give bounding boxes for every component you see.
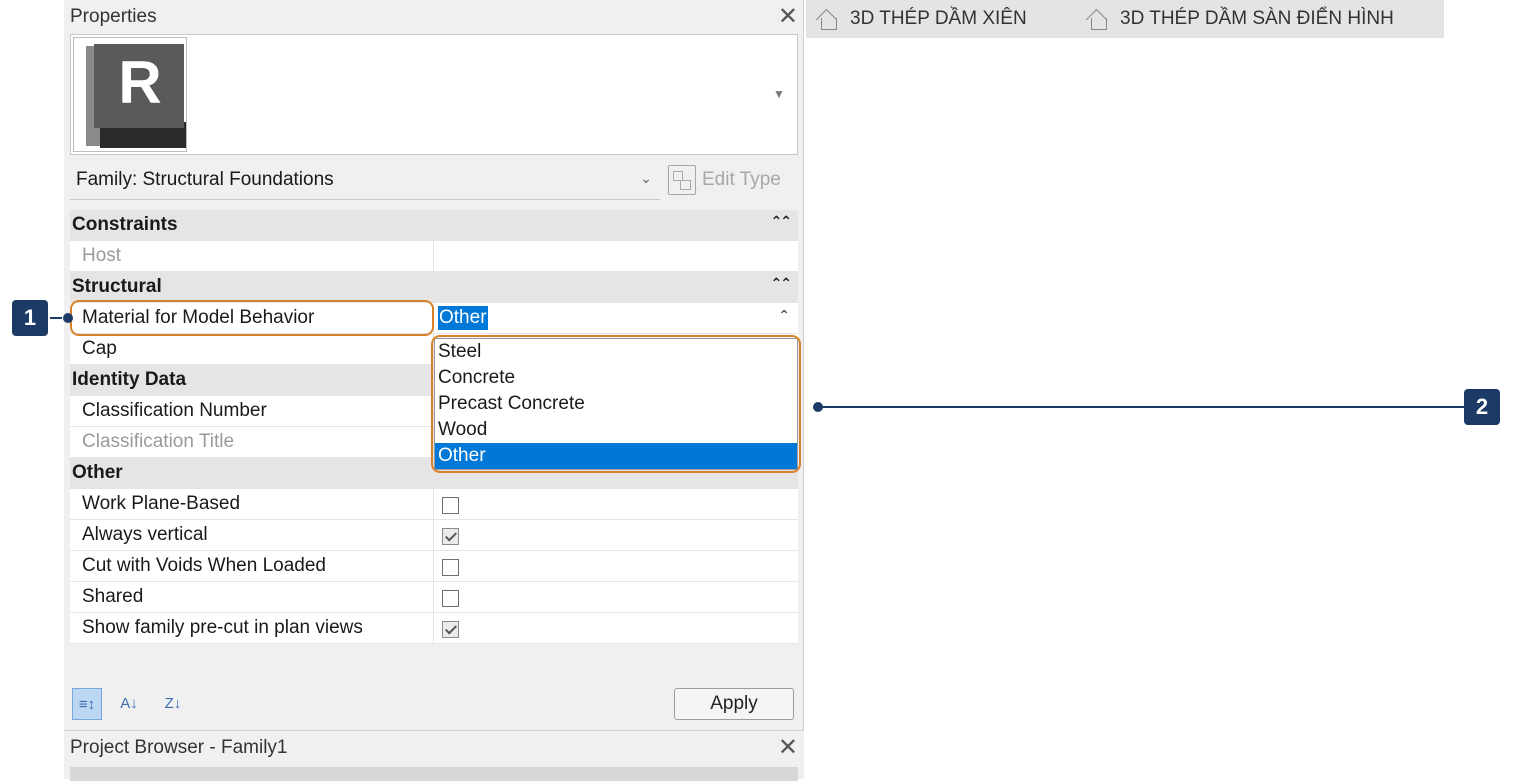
tab-label: 3D THÉP DẦM SÀN ĐIỂN HÌNH xyxy=(1120,8,1394,29)
3d-view-icon xyxy=(816,8,840,30)
row-label: Always vertical xyxy=(70,520,434,550)
edit-type-label: Edit Type xyxy=(702,169,781,190)
family-label: Family: Structural Foundations xyxy=(76,168,334,190)
sort-ascending-icon[interactable]: A↓ xyxy=(114,688,144,720)
work-plane-checkbox[interactable] xyxy=(442,497,459,514)
callout-connector-2 xyxy=(820,406,1464,408)
row-label: Work Plane-Based xyxy=(70,489,434,519)
chevron-down-icon[interactable]: ▼ xyxy=(773,87,785,101)
shared-checkbox[interactable] xyxy=(442,590,459,607)
family-selector[interactable]: Family: Structural Foundations ⌄ xyxy=(70,160,660,200)
close-icon[interactable]: ✕ xyxy=(778,2,798,32)
callout-connector-1 xyxy=(50,317,62,319)
show-precut-checkbox[interactable] xyxy=(442,621,459,638)
categorize-icon[interactable]: ≡↕ xyxy=(72,688,102,720)
family-row: Family: Structural Foundations ⌄ Edit Ty… xyxy=(70,160,798,200)
properties-header: Properties ✕ xyxy=(64,0,804,34)
project-browser-title: Project Browser - Family1 xyxy=(70,737,288,758)
cut-voids-checkbox[interactable] xyxy=(442,559,459,576)
callout-dot-1 xyxy=(63,313,73,323)
collapse-icon[interactable]: ⌃⌃ xyxy=(771,213,793,230)
3d-view-icon xyxy=(1086,8,1110,30)
apply-button[interactable]: Apply xyxy=(674,688,794,720)
row-work-plane-based: Work Plane-Based xyxy=(70,489,798,520)
row-shared: Shared xyxy=(70,582,798,613)
group-structural[interactable]: Structural ⌃⌃ xyxy=(70,272,798,303)
row-label: Cap xyxy=(70,334,434,364)
tab-3d-dam-xien[interactable]: 3D THÉP DẦM XIÊN xyxy=(816,0,1027,38)
tab-3d-dam-san[interactable]: 3D THÉP DẦM SÀN ĐIỂN HÌNH xyxy=(1086,0,1394,38)
edit-type-button[interactable]: Edit Type xyxy=(668,165,781,195)
revit-logo-letter: R xyxy=(118,49,162,116)
callout-highlight-1 xyxy=(70,300,434,336)
view-tab-bar: 3D THÉP DẦM XIÊN 3D THÉP DẦM SÀN ĐIỂN HÌ… xyxy=(806,0,1444,38)
row-cut-with-voids: Cut with Voids When Loaded xyxy=(70,551,798,582)
revit-logo-icon: R xyxy=(73,37,187,152)
sort-descending-icon[interactable]: Z↓ xyxy=(158,688,188,720)
row-label: Host xyxy=(70,241,434,271)
project-browser-header: Project Browser - Family1 ✕ xyxy=(64,731,804,765)
row-label: Cut with Voids When Loaded xyxy=(70,551,434,581)
row-label: Classification Title xyxy=(70,427,434,457)
row-show-precut: Show family pre-cut in plan views xyxy=(70,613,798,644)
group-label: Constraints xyxy=(72,214,178,235)
chevron-down-icon[interactable]: ⌄ xyxy=(640,170,652,187)
type-selector[interactable]: R ▼ xyxy=(70,34,798,155)
row-label: Classification Number xyxy=(70,396,434,426)
group-label: Structural xyxy=(72,276,162,297)
callout-badge-1: 1 xyxy=(12,300,48,336)
row-label: Shared xyxy=(70,582,434,612)
group-constraints[interactable]: Constraints ⌃⌃ xyxy=(70,210,798,241)
group-label: Other xyxy=(72,462,123,483)
row-always-vertical: Always vertical xyxy=(70,520,798,551)
material-select[interactable]: Other ⌃ xyxy=(434,303,798,333)
always-vertical-checkbox[interactable] xyxy=(442,528,459,545)
row-host: Host xyxy=(70,241,798,272)
callout-highlight-2 xyxy=(431,335,801,473)
properties-bottom-bar: ≡↕ A↓ Z↓ Apply xyxy=(70,684,798,726)
material-value: Other xyxy=(438,306,488,330)
group-label: Identity Data xyxy=(72,369,187,390)
properties-title: Properties xyxy=(70,6,157,27)
tab-label: 3D THÉP DẦM XIÊN xyxy=(850,8,1027,29)
chevron-up-icon[interactable]: ⌃ xyxy=(778,307,790,324)
row-label: Show family pre-cut in plan views xyxy=(70,613,434,643)
project-browser: Project Browser - Family1 ✕ xyxy=(64,730,804,781)
row-value[interactable] xyxy=(434,241,798,271)
callout-badge-2: 2 xyxy=(1464,389,1500,425)
collapse-icon[interactable]: ⌃⌃ xyxy=(771,275,793,292)
edit-type-icon xyxy=(668,165,696,195)
close-icon[interactable]: ✕ xyxy=(778,733,798,763)
